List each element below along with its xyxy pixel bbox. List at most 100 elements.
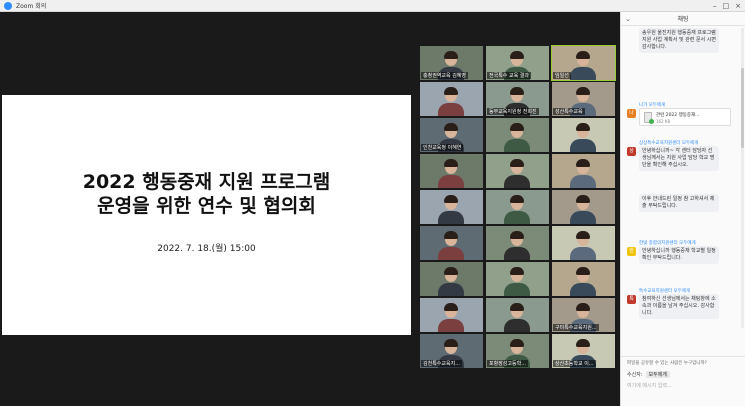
participant-name: 상산초등학교 이... bbox=[553, 360, 596, 367]
participant-body bbox=[438, 103, 464, 116]
participant-tile[interactable]: 포항장성고등학... bbox=[486, 334, 549, 368]
zoom-logo-icon bbox=[4, 1, 12, 10]
participant-body bbox=[438, 283, 464, 296]
participant-body bbox=[570, 139, 596, 152]
chat-message: 나가 모두에게 나 관련 2022 행동중재... 162 KB bbox=[625, 102, 742, 126]
participant-hair bbox=[444, 303, 458, 311]
chat-bubble: 송우원 울진지원 행동중재 프로그램 지원 사업 계획서 및 관련 문서 시면 … bbox=[639, 28, 719, 53]
chat-sender: 한빛 종합의지원센터 모두에게 bbox=[639, 241, 696, 246]
participant-hair bbox=[444, 231, 458, 239]
participant-tile[interactable] bbox=[420, 226, 483, 260]
participant-tile[interactable]: 충청권역교육 김혜영 bbox=[420, 46, 483, 80]
participant-tile[interactable]: 김천특수교육지... bbox=[420, 334, 483, 368]
participant-tile[interactable]: 구미특수교육지원... bbox=[552, 298, 615, 332]
share-note: 파일을 공유할 수 있는 사람은 누구입니까? bbox=[627, 361, 707, 366]
participant-name: 김천특수교육지... bbox=[421, 360, 462, 367]
participant-body bbox=[438, 211, 464, 224]
participant-hair bbox=[510, 231, 524, 239]
chat-message: 상상특수교육지원센터 모두에게 상 안녕하십니까~ 각 센터 담당자 선생님께서는 … bbox=[625, 140, 742, 171]
participant-tile[interactable]: 성산특수교육 bbox=[552, 82, 615, 116]
minimize-icon[interactable]: – bbox=[713, 2, 717, 10]
participant-tile[interactable]: 상산초등학교 이... bbox=[552, 334, 615, 368]
participant-body bbox=[570, 283, 596, 296]
chat-bubble: 참여하신 선생님께서는 채팅창에 소속과 이름을 남겨 주십시오. 감사합니다. bbox=[639, 294, 719, 319]
participant-tile[interactable] bbox=[552, 154, 615, 188]
participant-hair bbox=[576, 87, 590, 95]
chat-input[interactable]: 여기에 메시지 입력... bbox=[621, 380, 745, 391]
participant-tile[interactable] bbox=[420, 262, 483, 296]
participant-body bbox=[438, 175, 464, 188]
check-icon bbox=[649, 119, 654, 124]
participant-hair bbox=[444, 159, 458, 167]
participant-hair bbox=[576, 195, 590, 203]
participant-tile[interactable] bbox=[486, 298, 549, 332]
participant-body bbox=[438, 247, 464, 260]
chat-message: 이후 안내드린 일정 참 고하셔서 제출 부탁드립니다. bbox=[625, 194, 742, 212]
participant-tile[interactable] bbox=[552, 262, 615, 296]
participant-tile[interactable] bbox=[420, 190, 483, 224]
recipient-select[interactable]: 모두에게 bbox=[645, 371, 670, 378]
participant-tile[interactable]: 전국특수 교육 결과 bbox=[486, 46, 549, 80]
scroll-thumb[interactable] bbox=[741, 68, 744, 148]
participant-body bbox=[570, 211, 596, 224]
title-bar: Zoom 회의 – □ × bbox=[0, 0, 745, 12]
participant-hair bbox=[510, 159, 524, 167]
participant-body bbox=[438, 319, 464, 332]
participant-tile[interactable] bbox=[486, 118, 549, 152]
participant-hair bbox=[510, 87, 524, 95]
chat-footer: 파일을 공유할 수 있는 사람은 누구입니까? 수신자: 모두에게 여기에 메시… bbox=[621, 356, 745, 406]
maximize-icon[interactable]: □ bbox=[723, 2, 730, 10]
participant-tile[interactable] bbox=[486, 226, 549, 260]
participant-tile[interactable] bbox=[486, 190, 549, 224]
participant-hair bbox=[510, 303, 524, 311]
participant-name: 구미특수교육지원... bbox=[553, 324, 599, 331]
slide-title-line1: 2022 행동중재 지원 프로그램 bbox=[82, 171, 331, 193]
participant-tile[interactable] bbox=[486, 262, 549, 296]
participant-tile[interactable] bbox=[420, 82, 483, 116]
chat-title: 채팅 bbox=[677, 16, 689, 23]
participant-tile[interactable]: 동부교육지원청 전희진 bbox=[486, 82, 549, 116]
participant-hair bbox=[444, 123, 458, 131]
chevron-down-icon[interactable]: ⌄ bbox=[625, 15, 631, 23]
chat-bubble: 안녕하십니까 행동중재 학교별 일정 확인 부탁드립니다. bbox=[639, 246, 719, 264]
chat-sender: 상상특수교육지원센터 모두에게 bbox=[639, 141, 699, 146]
participant-tile[interactable] bbox=[420, 298, 483, 332]
chat-message: 송우원 울진지원 행동중재 프로그램 지원 사업 계획서 및 관련 문서 시면 … bbox=[625, 28, 742, 53]
chat-header: ⌄ 채팅 bbox=[621, 12, 745, 26]
participant-hair bbox=[444, 267, 458, 275]
participant-tile[interactable]: 임일선 bbox=[551, 45, 616, 81]
participant-name: 인천교육청 이혜연 bbox=[421, 144, 464, 151]
participant-name: 성산특수교육 bbox=[553, 108, 585, 115]
participant-body bbox=[504, 283, 530, 296]
participant-hair bbox=[576, 51, 590, 59]
chat-message: 한빛 종합의지원센터 모두에게 한 안녕하십니까 행동중재 학교별 일정 확인 부탁… bbox=[625, 240, 742, 264]
participant-body bbox=[504, 319, 530, 332]
chat-message: 특수교육지원센터 모두에게 특 참여하신 선생님께서는 채팅창에 소속과 이름을 남… bbox=[625, 288, 742, 319]
participant-body bbox=[504, 139, 530, 152]
participant-name: 포항장성고등학... bbox=[487, 360, 528, 367]
participant-body bbox=[570, 175, 596, 188]
chat-scrollbar[interactable] bbox=[741, 28, 744, 328]
participant-hair bbox=[576, 159, 590, 167]
participant-body bbox=[504, 211, 530, 224]
participant-tile[interactable]: 인천교육청 이혜연 bbox=[420, 118, 483, 152]
participant-hair bbox=[510, 267, 524, 275]
file-attachment[interactable]: 관련 2022 행동중재... 162 KB bbox=[639, 108, 731, 126]
chat-bubble: 안녕하십니까~ 각 센터 담당자 선생님께서는 지원 사업 담당 학교 명 단을… bbox=[639, 146, 719, 171]
participant-hair bbox=[576, 123, 590, 131]
participant-tile[interactable] bbox=[552, 226, 615, 260]
zoom-window: Zoom 회의 – □ × 2022 행동중재 지원 프로그램 운영을 위한 연… bbox=[0, 0, 745, 406]
recipient-label: 수신자: bbox=[627, 372, 643, 378]
participant-name: 충청권역교육 김혜영 bbox=[421, 72, 468, 79]
participant-body bbox=[504, 175, 530, 188]
participant-tile[interactable] bbox=[420, 154, 483, 188]
participant-tile[interactable] bbox=[552, 118, 615, 152]
window-controls: – □ × bbox=[713, 2, 741, 10]
close-icon[interactable]: × bbox=[735, 2, 741, 10]
participant-tile[interactable] bbox=[552, 190, 615, 224]
avatar: 상 bbox=[627, 147, 636, 156]
window-title: Zoom 회의 bbox=[16, 3, 47, 10]
participant-hair bbox=[444, 195, 458, 203]
participant-tile[interactable] bbox=[486, 154, 549, 188]
participant-hair bbox=[510, 123, 524, 131]
